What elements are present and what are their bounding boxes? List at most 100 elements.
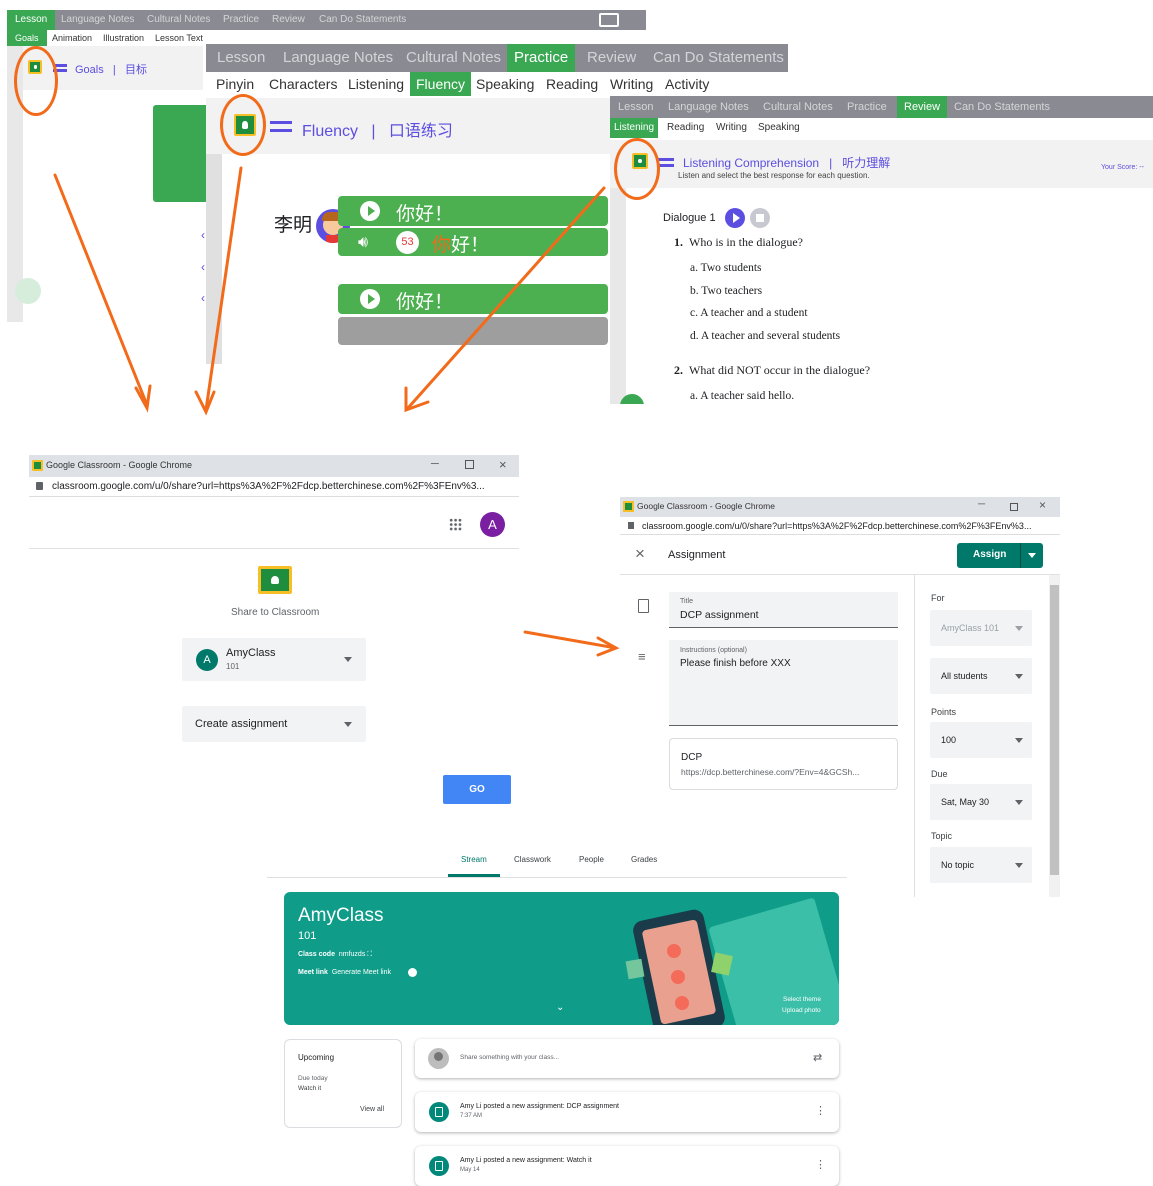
instructions-field[interactable]: Instructions (optional) Please finish be… (669, 640, 898, 726)
divider (29, 548, 519, 549)
action-label: Create assignment (195, 718, 288, 730)
upload-photo-link[interactable]: Upload photo (782, 1007, 821, 1014)
avatar (428, 1048, 449, 1069)
chevron-down-icon[interactable]: ⌄ (556, 1002, 564, 1013)
repost-icon[interactable]: ⇄ (813, 1051, 822, 1064)
topic-label: Topic (931, 831, 953, 841)
minimize-icon[interactable]: ─ (978, 499, 985, 510)
lock-icon (36, 482, 43, 490)
scrollbar[interactable] (1049, 575, 1060, 897)
due-label: Due (931, 769, 948, 779)
share-heading: Share to Classroom (231, 607, 320, 618)
upcoming-card: Upcoming Due today Watch it View all (284, 1039, 402, 1128)
stream-post[interactable]: Amy Li posted a new assignment: Watch it… (415, 1146, 839, 1186)
notes-icon: ≡ (638, 649, 646, 664)
url-text: classroom.google.com/u/0/share?url=https… (642, 521, 1032, 531)
assignment-window: Google Classroom - Google Chrome ─ × cla… (620, 497, 1060, 897)
class-tabs: Stream Classwork People Grades (267, 845, 847, 878)
select-value: Sat, May 30 (941, 797, 990, 807)
chevron-down-icon[interactable] (1028, 553, 1036, 558)
view-all-link[interactable]: View all (360, 1106, 384, 1113)
classroom-favicon (32, 460, 43, 471)
chevron-down-icon (1015, 674, 1023, 679)
class-section: 101 (226, 662, 240, 671)
for-label: For (931, 593, 945, 603)
minimize-icon[interactable]: ─ (431, 458, 439, 470)
window-title: Google Classroom - Google Chrome (46, 460, 193, 470)
action-select[interactable]: Create assignment (182, 706, 366, 742)
post-time: 7:37 AM (460, 1113, 483, 1119)
tab-people[interactable]: People (579, 855, 604, 864)
share-placeholder: Share something with your class... (460, 1054, 559, 1061)
post-time: May 14 (460, 1167, 480, 1173)
tab-grades[interactable]: Grades (631, 855, 657, 864)
maximize-icon[interactable] (1010, 503, 1018, 511)
stream-post[interactable]: Amy Li posted a new assignment: DCP assi… (415, 1092, 839, 1132)
video-icon[interactable] (408, 968, 417, 977)
class-section: 101 (298, 930, 317, 942)
topic-select[interactable]: No topic (930, 847, 1032, 883)
classroom-logo (258, 566, 292, 594)
select-value: 100 (941, 735, 957, 745)
tab-stream[interactable]: Stream (461, 855, 487, 864)
assignment-icon (429, 1156, 449, 1176)
points-select[interactable]: 100 (930, 722, 1032, 758)
tab-active-indicator (448, 874, 500, 877)
more-icon[interactable]: ⋮ (815, 1158, 826, 1171)
close-icon[interactable]: × (635, 544, 645, 564)
classroom-stream: Stream Classwork People Grades AmyClass … (267, 845, 847, 1186)
window-title: Google Classroom - Google Chrome (637, 501, 775, 511)
class-name: AmyClass (226, 647, 276, 659)
title-bar: Google Classroom - Google Chrome ─ × (620, 497, 1060, 517)
go-button[interactable]: GO (443, 775, 511, 804)
field-label: Title (680, 598, 693, 605)
chevron-down-icon (1015, 626, 1023, 631)
class-select[interactable]: A AmyClass 101 (182, 638, 366, 681)
url-text: classroom.google.com/u/0/share?url=https… (52, 481, 485, 492)
chevron-down-icon (1015, 738, 1023, 743)
due-select[interactable]: Sat, May 30 (930, 784, 1032, 820)
apps-grid-icon[interactable] (449, 518, 462, 531)
address-bar[interactable]: classroom.google.com/u/0/share?url=https… (620, 517, 1060, 535)
post-text: Amy Li posted a new assignment: DCP assi… (460, 1103, 620, 1110)
attachment-card[interactable]: DCP https://dcp.betterchinese.com/?Env=4… (669, 738, 898, 790)
class-select: AmyClass 101 (930, 610, 1032, 646)
select-value: All students (941, 671, 988, 681)
close-icon[interactable]: × (499, 457, 507, 472)
share-box[interactable]: Share something with your class... ⇄ (415, 1039, 839, 1078)
chevron-down-icon (344, 657, 352, 662)
points-label: Points (931, 707, 957, 717)
close-icon[interactable]: × (1039, 498, 1046, 512)
assignment-header: Assignment (668, 549, 726, 561)
lock-icon (628, 522, 634, 529)
avatar[interactable]: A (480, 512, 505, 537)
meet-link[interactable]: Meet link Generate Meet link (298, 969, 391, 976)
chevron-down-icon (1015, 863, 1023, 868)
attachment-url: https://dcp.betterchinese.com/?Env=4&GCS… (681, 767, 860, 777)
field-value: Please finish before XXX (680, 658, 791, 669)
maximize-icon[interactable] (465, 460, 474, 469)
more-icon[interactable]: ⋮ (815, 1104, 826, 1117)
post-text: Amy Li posted a new assignment: Watch it (460, 1157, 592, 1164)
students-select[interactable]: All students (930, 658, 1032, 694)
divider (620, 574, 1060, 575)
class-title: AmyClass (298, 905, 384, 926)
select-value: No topic (941, 860, 975, 870)
tab-classwork[interactable]: Classwork (514, 855, 551, 864)
divider (1020, 543, 1021, 568)
select-value: AmyClass 101 (941, 623, 1000, 633)
address-bar[interactable]: classroom.google.com/u/0/share?url=https… (29, 477, 519, 497)
share-window: Google Classroom - Google Chrome ─ × cla… (29, 455, 519, 810)
assign-button[interactable]: Assign (957, 543, 1043, 568)
clipboard-icon (638, 599, 649, 613)
assignment-icon (429, 1102, 449, 1122)
title-field[interactable]: Title DCP assignment (669, 592, 898, 628)
details-divider (914, 574, 915, 897)
due-today: Due today (298, 1075, 328, 1082)
class-code: Class code nmfuzds ⛶ (298, 951, 373, 958)
title-bar: Google Classroom - Google Chrome ─ × (29, 455, 519, 477)
chevron-down-icon (344, 722, 352, 727)
select-theme-link[interactable]: Select theme (783, 996, 821, 1003)
upcoming-item[interactable]: Watch it (298, 1085, 321, 1092)
chevron-down-icon (1015, 800, 1023, 805)
